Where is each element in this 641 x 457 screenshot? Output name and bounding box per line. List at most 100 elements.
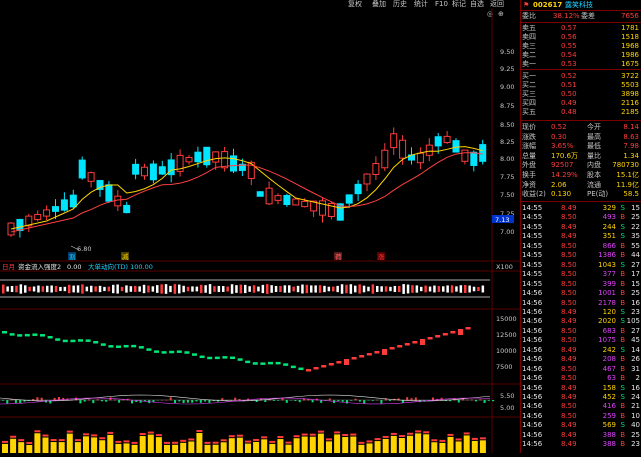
tick-count: 2 bbox=[635, 374, 640, 383]
tick-count: 31 bbox=[631, 364, 640, 373]
volume-bar-cap bbox=[139, 433, 146, 436]
candle bbox=[292, 198, 300, 206]
candle bbox=[212, 151, 220, 163]
toolbar-diejia[interactable]: 叠加 bbox=[372, 0, 386, 9]
volume-bar-cap bbox=[342, 434, 349, 437]
quote-value: 92507 bbox=[551, 161, 574, 170]
toolbar-biaoji[interactable]: 标记 bbox=[452, 0, 466, 9]
toolbar-fanhui[interactable]: 返回 bbox=[490, 0, 504, 9]
flow-bar bbox=[28, 286, 31, 292]
tick-price: 8.49 bbox=[561, 222, 577, 231]
tick-volume: 1075 bbox=[598, 336, 616, 345]
tick-side: B bbox=[620, 430, 625, 439]
flow-bar bbox=[195, 286, 199, 292]
bid-row: 买一 0.52 3722 bbox=[521, 72, 641, 81]
tick-side: B bbox=[620, 336, 625, 345]
volume-bar bbox=[342, 437, 349, 453]
flow-bar bbox=[125, 285, 128, 293]
candle bbox=[78, 159, 86, 179]
volume-bar-cap bbox=[309, 433, 316, 436]
volume-dot bbox=[199, 355, 205, 359]
ask-price: 0.56 bbox=[561, 33, 577, 41]
ask-label: 卖三 bbox=[522, 42, 536, 50]
flow-bar bbox=[191, 286, 194, 292]
volume-bar bbox=[99, 440, 106, 453]
ask-label: 卖四 bbox=[522, 33, 536, 41]
toolbar-f10[interactable]: F10 bbox=[435, 0, 448, 9]
flow-bar bbox=[354, 285, 357, 293]
tick-count: 23 bbox=[631, 307, 640, 316]
tick-price: 8.50 bbox=[561, 411, 577, 420]
tick-side: S bbox=[620, 307, 625, 316]
tick-count: 35 bbox=[631, 232, 640, 241]
tick-price: 8.49 bbox=[561, 440, 577, 449]
volume-bar bbox=[374, 441, 381, 453]
top-toolbar: 复权 叠加 历史 统计 F10 标记 自选 返回 ◎ ⊕ bbox=[0, 0, 520, 18]
tick-side: S bbox=[620, 383, 625, 392]
quote-label: 量比 bbox=[587, 151, 601, 160]
tick-side: B bbox=[620, 364, 625, 373]
volume-dot bbox=[290, 365, 296, 369]
indicator-prefix: 日月 bbox=[2, 263, 15, 271]
indicator-volume-bars bbox=[2, 430, 486, 453]
volume-dot bbox=[382, 349, 387, 355]
volume-dot bbox=[245, 360, 251, 364]
flow-bar bbox=[72, 285, 75, 293]
flow-bar bbox=[283, 285, 287, 293]
candle bbox=[60, 199, 68, 211]
flow-bar bbox=[296, 285, 300, 293]
candle bbox=[114, 195, 122, 207]
tick-volume: 388 bbox=[602, 440, 616, 449]
volume-bar bbox=[220, 442, 227, 453]
volume-dot bbox=[9, 333, 15, 336]
volume-dot bbox=[55, 338, 61, 341]
bid-volume: 5503 bbox=[621, 81, 639, 89]
volume-dot bbox=[344, 359, 349, 365]
tick-price: 8.50 bbox=[561, 326, 577, 335]
tick-side: B bbox=[620, 213, 625, 222]
volume-bar-cap bbox=[463, 432, 470, 435]
volume-bar-cap bbox=[204, 441, 211, 444]
tick-price: 8.49 bbox=[561, 430, 577, 439]
tick-row: 14:56 8.49 388 B 25 bbox=[521, 431, 641, 440]
volume-dot bbox=[230, 356, 235, 360]
flow-bar bbox=[156, 285, 159, 293]
flow-bar bbox=[164, 284, 168, 294]
flow-bar bbox=[134, 285, 137, 293]
flow-bar bbox=[200, 284, 203, 294]
toolbar-tongji[interactable]: 统计 bbox=[414, 0, 428, 9]
volume-dot bbox=[336, 361, 342, 364]
axis-label: 8.00 bbox=[500, 155, 514, 163]
signal-label: 涨 bbox=[378, 252, 385, 261]
indicator-extra: 大单动向(TD) 100.00 bbox=[88, 262, 153, 271]
volume-bar-cap bbox=[180, 439, 187, 442]
tick-price: 8.49 bbox=[561, 421, 577, 430]
flow-bar bbox=[384, 286, 388, 292]
quote-row: 外盘 92507 内盘 780730 bbox=[521, 161, 641, 170]
macd-bar bbox=[380, 400, 383, 404]
tick-count: 44 bbox=[631, 251, 640, 260]
ask-volume: 1968 bbox=[621, 42, 639, 50]
candle bbox=[185, 156, 193, 163]
volume-bar bbox=[253, 441, 260, 453]
volume-bar bbox=[147, 434, 154, 453]
toolbar-zixuan[interactable]: 自选 bbox=[470, 0, 484, 9]
candle bbox=[372, 163, 380, 175]
volume-bar-cap bbox=[26, 441, 33, 444]
volume-bar-cap bbox=[58, 439, 65, 442]
flow-bar bbox=[213, 286, 216, 292]
flow-bar bbox=[120, 286, 124, 292]
indicator-value: 0.00 bbox=[67, 263, 81, 271]
volume-dot bbox=[78, 339, 83, 342]
toolbar-fuquan[interactable]: 复权 bbox=[348, 0, 362, 9]
volume-bar-cap bbox=[99, 437, 106, 440]
flow-bar bbox=[169, 285, 172, 293]
kline-chart[interactable]: 9.50 9.25 9.00 8.75 8.50 8.25 8.00 7.75 … bbox=[0, 9, 520, 453]
volume-dot bbox=[24, 333, 30, 337]
stock-header[interactable]: ⚑ 002617 露笑科技 bbox=[521, 0, 641, 10]
tick-row: 14:56 8.49 569 S 40 bbox=[521, 421, 641, 430]
toolbar-lishi[interactable]: 历史 bbox=[393, 0, 407, 9]
tick-count: 15 bbox=[631, 279, 640, 288]
volume-dot bbox=[404, 343, 410, 346]
macd-bar bbox=[341, 400, 344, 402]
